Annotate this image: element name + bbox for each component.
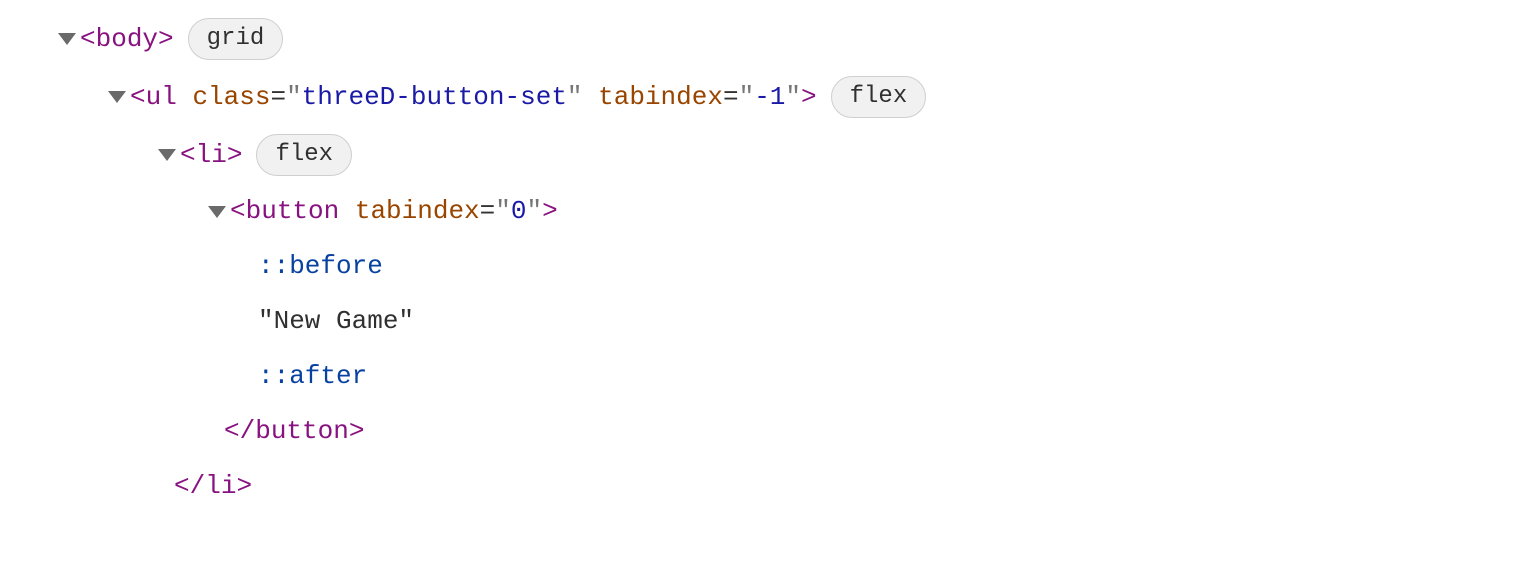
node-tag: <ul class="threeD-button-set" tabindex="… (130, 78, 817, 117)
layout-badge-flex[interactable]: flex (256, 134, 352, 176)
pseudo-element: ::before (258, 247, 383, 286)
node-close-tag: </button> (224, 412, 364, 451)
expand-arrow-icon[interactable] (208, 206, 226, 218)
text-node: "New Game" (258, 302, 414, 341)
layout-badge-flex[interactable]: flex (831, 76, 927, 118)
dom-tree: <body> grid <ul class="threeD-button-set… (0, 10, 1526, 514)
tree-node-text[interactable]: "New Game" (0, 294, 1526, 349)
tree-node-button[interactable]: <button tabindex="0"> (0, 184, 1526, 239)
node-tag: <body> (80, 20, 174, 59)
expand-arrow-icon[interactable] (108, 91, 126, 103)
layout-badge-grid[interactable]: grid (188, 18, 284, 60)
node-tag: <button tabindex="0"> (230, 192, 558, 231)
tree-node-before-pseudo[interactable]: ::before (0, 239, 1526, 294)
node-close-tag: </li> (174, 467, 252, 506)
expand-arrow-icon[interactable] (158, 149, 176, 161)
tree-node-after-pseudo[interactable]: ::after (0, 349, 1526, 404)
tree-node-button-close[interactable]: </button> (0, 404, 1526, 459)
tree-node-li-close[interactable]: </li> (0, 459, 1526, 514)
tree-node-body[interactable]: <body> grid (0, 10, 1526, 68)
tree-node-ul[interactable]: <ul class="threeD-button-set" tabindex="… (0, 68, 1526, 126)
expand-arrow-icon[interactable] (58, 33, 76, 45)
tree-node-li[interactable]: <li> flex (0, 126, 1526, 184)
pseudo-element: ::after (258, 357, 367, 396)
node-tag: <li> (180, 136, 242, 175)
